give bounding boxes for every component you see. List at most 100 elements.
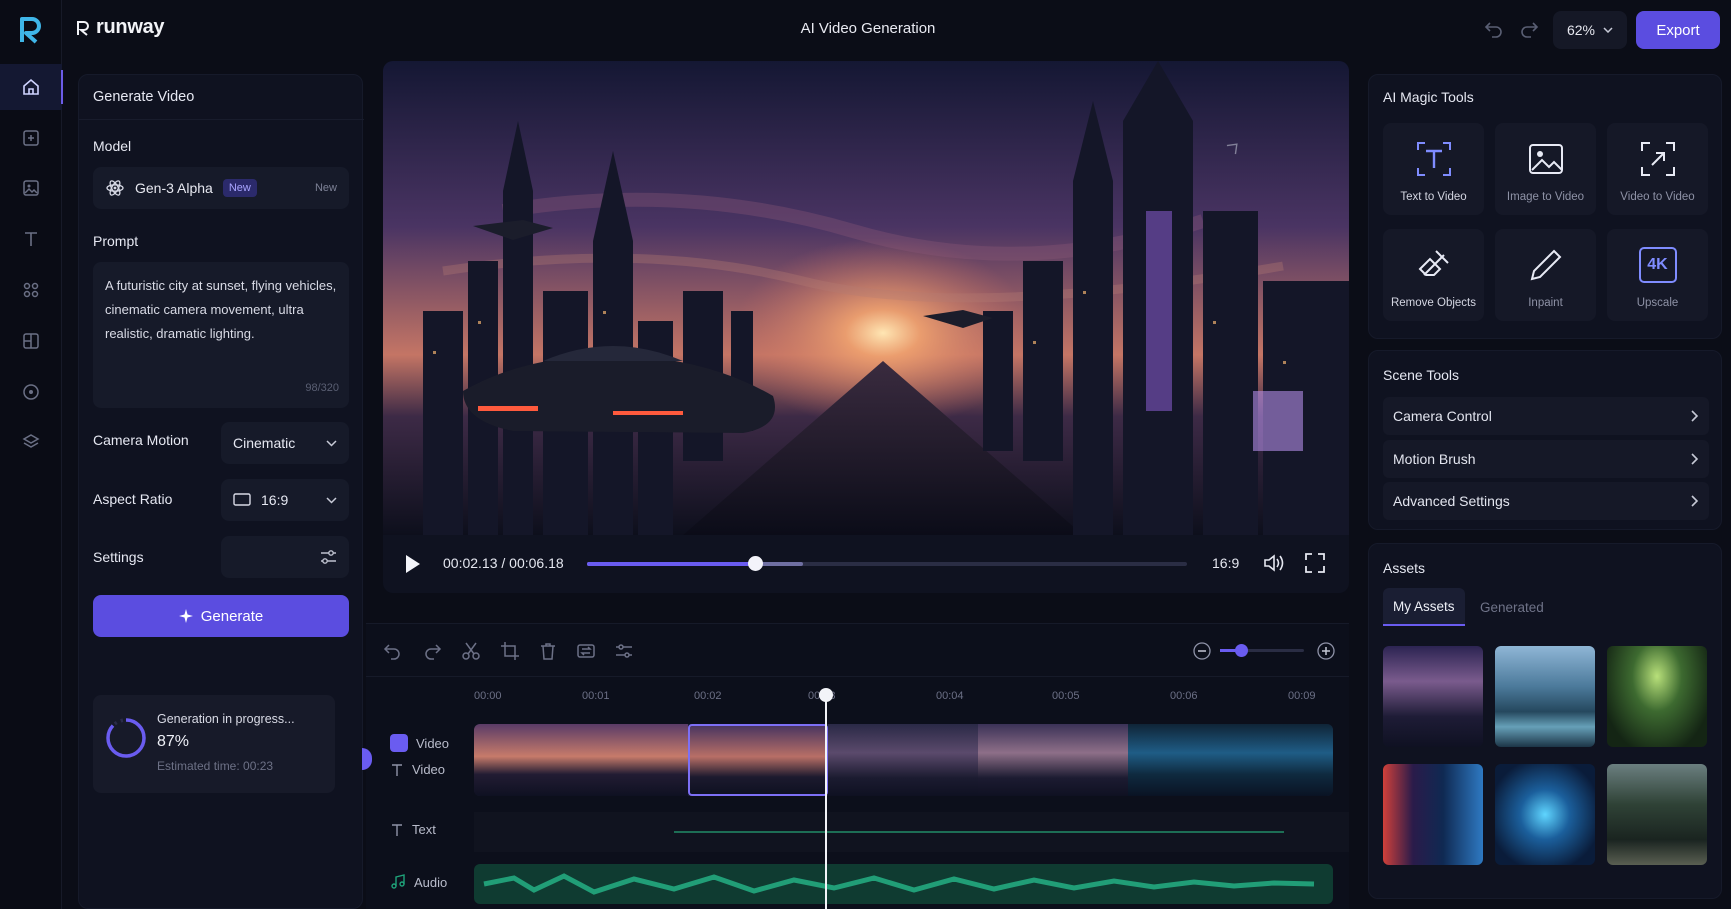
settings-button[interactable] — [221, 536, 349, 578]
timeline-zoom-handle[interactable] — [1235, 644, 1248, 657]
zoom-in-icon[interactable] — [1316, 641, 1336, 661]
camera-control-item[interactable]: Camera Control — [1383, 397, 1709, 435]
redo-icon[interactable] — [1518, 18, 1540, 40]
asset-thumbnail[interactable] — [1495, 646, 1595, 747]
asset-thumbnail[interactable] — [1607, 646, 1707, 747]
generate-button[interactable]: Generate — [93, 595, 349, 637]
playhead-handle[interactable] — [819, 688, 833, 702]
chevron-right-icon — [1691, 495, 1699, 507]
advanced-settings-item[interactable]: Advanced Settings — [1383, 482, 1709, 520]
track-label-audio[interactable]: Audio — [390, 874, 447, 890]
text-icon[interactable] — [0, 216, 62, 262]
sliders-icon — [321, 550, 336, 564]
top-bar: runway AI Video Generation 62% Export — [62, 0, 1731, 60]
volume-icon[interactable] — [1263, 553, 1285, 573]
remove-objects-icon — [1418, 250, 1449, 276]
seek-bar[interactable] — [587, 556, 1187, 571]
panel-title: Generate Video — [93, 89, 195, 105]
item-label: Advanced Settings — [1393, 493, 1510, 509]
timeline-zoom-slider[interactable] — [1220, 644, 1304, 657]
home-icon[interactable] — [0, 64, 63, 110]
panel-title: AI Magic Tools — [1383, 89, 1474, 105]
track-name: Video — [416, 735, 450, 751]
generate-panel: Generate Video Model Gen-3 Alpha New New… — [78, 74, 364, 909]
camera-motion-select[interactable]: Cinematic — [221, 422, 349, 464]
scissors-icon[interactable] — [461, 641, 481, 661]
progress-percent: 87% — [157, 733, 190, 750]
time-tick: 00:02 — [694, 690, 722, 702]
remove-objects-tool[interactable]: Remove Objects — [1383, 229, 1484, 321]
video-preview[interactable]: 00:02.13 / 00:06.18 16:9 — [383, 61, 1349, 593]
track-collapse-tab[interactable] — [362, 748, 372, 770]
aspect-ratio-select[interactable]: 16:9 — [221, 479, 349, 521]
playhead[interactable] — [819, 688, 833, 909]
track-label-video-selected[interactable]: Video — [390, 734, 449, 752]
tab-generated[interactable]: Generated — [1470, 588, 1554, 626]
page-title: AI Video Generation — [800, 20, 936, 37]
new-label: New — [314, 182, 337, 194]
asset-thumbnail[interactable] — [1607, 764, 1707, 865]
chevron-down-icon — [326, 439, 337, 447]
image-to-video-tool[interactable]: Image to Video — [1495, 123, 1596, 215]
app-logo[interactable] — [18, 16, 44, 44]
scene-tools-panel: Scene Tools Camera Control Motion Brush … — [1368, 350, 1722, 530]
crop-icon[interactable] — [500, 641, 520, 661]
seek-handle[interactable] — [748, 556, 763, 571]
video-clip[interactable] — [978, 724, 1128, 796]
asset-thumbnail[interactable] — [1383, 764, 1483, 865]
layers-icon[interactable] — [0, 419, 62, 465]
text-track-lane[interactable] — [474, 812, 1349, 852]
prompt-label: Prompt — [93, 233, 139, 249]
zoom-out-icon[interactable] — [1192, 641, 1212, 661]
aspect-ratio-icon — [233, 493, 251, 506]
chevron-right-icon — [1691, 410, 1699, 422]
fullscreen-icon[interactable] — [1305, 553, 1325, 573]
progress-eta: Estimated time: 00:23 — [157, 759, 274, 773]
split-effects-icon[interactable] — [614, 641, 634, 661]
timeline-undo-icon[interactable] — [383, 641, 403, 661]
video-clip[interactable] — [1128, 724, 1333, 796]
track-label-video[interactable]: Video — [390, 762, 445, 777]
text-to-video-tool[interactable]: Text to Video — [1383, 123, 1484, 215]
panel-title: Assets — [1383, 560, 1426, 576]
panel-title: Scene Tools — [1383, 367, 1460, 383]
tab-my-assets[interactable]: My Assets — [1383, 588, 1465, 626]
image-icon[interactable] — [0, 165, 62, 211]
atom-icon — [106, 180, 124, 196]
replace-clip-icon[interactable] — [576, 641, 596, 661]
inpaint-tool[interactable]: Inpaint — [1495, 229, 1596, 321]
layout-icon[interactable] — [0, 318, 62, 364]
video-to-video-tool[interactable]: Video to Video — [1607, 123, 1708, 215]
time-tick: 00:05 — [1052, 690, 1080, 702]
export-button[interactable]: Export — [1636, 11, 1720, 49]
tool-label: Inpaint — [1528, 297, 1563, 309]
play-icon[interactable] — [405, 554, 421, 574]
timeline: 00:00 00:01 00:02 00:03 00:04 00:05 00:0… — [362, 623, 1349, 909]
char-count: 98/320 — [305, 382, 339, 394]
video-clip-selected[interactable] — [688, 724, 828, 796]
asset-thumbnail[interactable] — [1495, 764, 1595, 865]
settings-label: Settings — [93, 549, 144, 565]
prompt-textarea[interactable]: A futuristic city at sunset, flying vehi… — [93, 262, 349, 408]
undo-icon[interactable] — [1483, 18, 1505, 40]
motion-brush-item[interactable]: Motion Brush — [1383, 440, 1709, 478]
add-media-icon[interactable] — [0, 115, 62, 161]
effects-icon[interactable] — [0, 267, 62, 313]
video-to-video-icon — [1640, 142, 1675, 176]
zoom-select[interactable]: 62% — [1553, 11, 1627, 49]
track-label-text[interactable]: Text — [390, 822, 436, 837]
upscale-tool[interactable]: 4K Upscale — [1607, 229, 1708, 321]
video-clip-strip[interactable] — [474, 724, 1333, 796]
video-clip[interactable] — [474, 724, 688, 796]
video-clip[interactable] — [828, 724, 978, 796]
assets-panel: Assets My Assets Generated — [1368, 543, 1722, 899]
asset-thumbnail[interactable] — [1383, 646, 1483, 747]
model-select[interactable]: Gen-3 Alpha New New — [93, 167, 349, 209]
audio-clip[interactable] — [474, 864, 1333, 904]
trash-icon[interactable] — [538, 641, 558, 661]
timeline-redo-icon[interactable] — [422, 641, 442, 661]
record-icon[interactable] — [0, 369, 62, 415]
prompt-text: A futuristic city at sunset, flying vehi… — [105, 278, 337, 341]
time-display: 00:02.13 / 00:06.18 — [443, 555, 564, 571]
tool-label: Upscale — [1636, 297, 1679, 309]
